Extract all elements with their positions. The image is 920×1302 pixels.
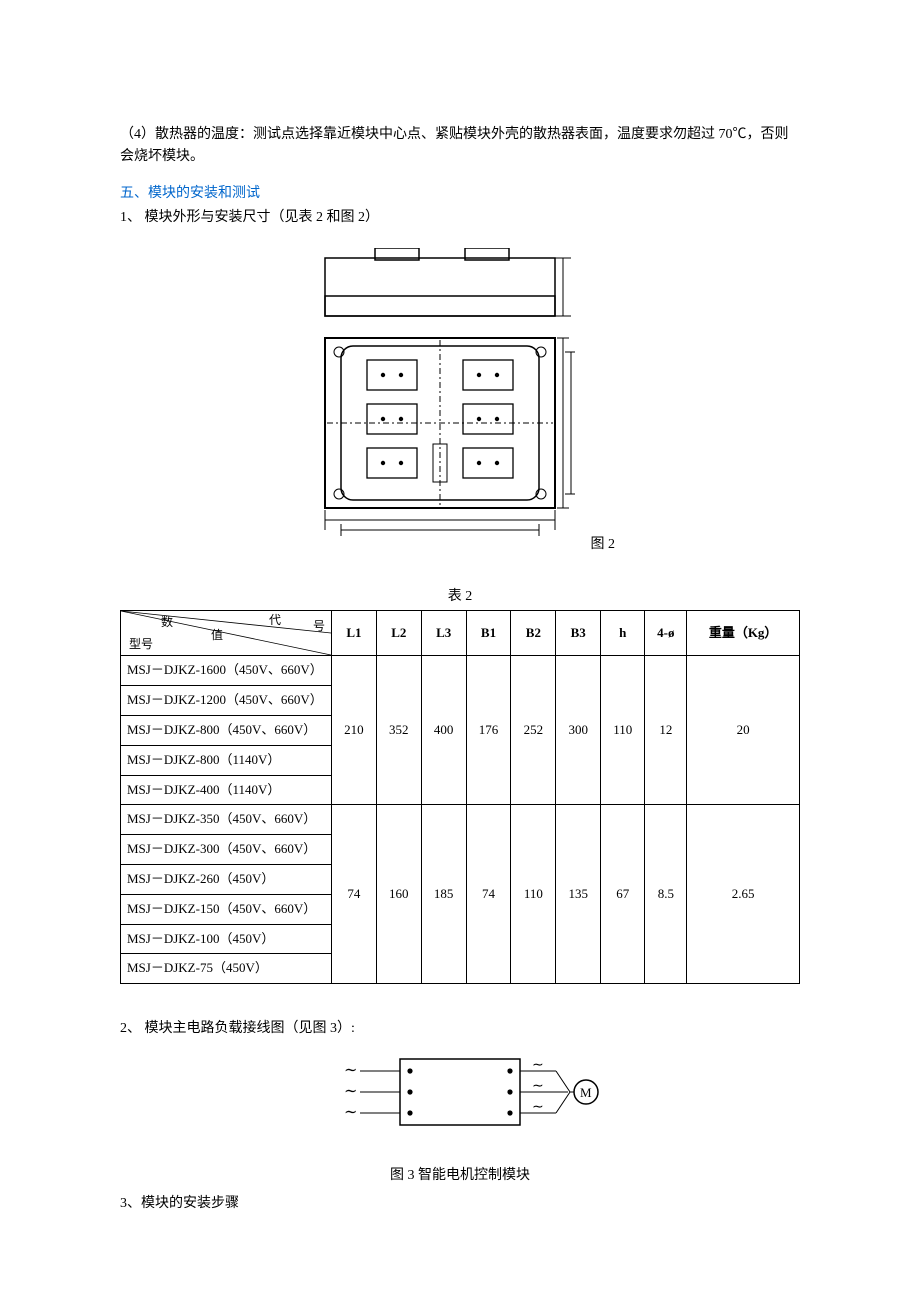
- svg-text:M: M: [580, 1085, 592, 1100]
- model-cell: MSJ－DJKZ-800（450V、660V）: [121, 715, 332, 745]
- document-page: （4）散热器的温度：测试点选择靠近模块中心点、紧贴模块外壳的散热器表面，温度要求…: [0, 0, 920, 1302]
- val-4phi-g2: 8.5: [645, 805, 687, 984]
- corner-label-dai: 代: [269, 611, 281, 630]
- figure-2-wrapper: 图 2: [120, 248, 800, 556]
- corner-label-zhi: 值: [211, 626, 223, 645]
- val-B1-g2: 74: [466, 805, 511, 984]
- val-weight-g1: 20: [687, 656, 800, 805]
- val-B2-g1: 252: [511, 656, 556, 805]
- section-5-heading: 五、模块的安装和测试: [120, 183, 800, 205]
- item-wiring-diagram: 2、 模块主电路负载接线图（见图 3）:: [120, 1018, 800, 1040]
- paragraph-radiator-temp: （4）散热器的温度：测试点选择靠近模块中心点、紧贴模块外壳的散热器表面，温度要求…: [120, 124, 800, 169]
- dimensions-table: 数 代 号 值 型号 L1 L2 L3 B1 B2 B3 h 4-ø 重量（Kg…: [120, 610, 800, 984]
- val-weight-g2: 2.65: [687, 805, 800, 984]
- val-L3-g1: 400: [421, 656, 466, 805]
- corner-label-hao: 号: [313, 617, 325, 636]
- svg-text:∼: ∼: [532, 1100, 544, 1115]
- val-B2-g2: 110: [511, 805, 556, 984]
- col-B2: B2: [511, 611, 556, 656]
- val-L2-g1: 352: [376, 656, 421, 805]
- svg-text:∼: ∼: [344, 1104, 357, 1121]
- col-B1: B1: [466, 611, 511, 656]
- val-4phi-g1: 12: [645, 656, 687, 805]
- figure-3-caption: 图 3 智能电机控制模块: [120, 1165, 800, 1187]
- model-cell: MSJ－DJKZ-150（450V、660V）: [121, 894, 332, 924]
- val-L1-g1: 210: [332, 656, 377, 805]
- figure-2-drawing: [305, 248, 575, 556]
- svg-text:∼: ∼: [532, 1058, 544, 1073]
- model-cell: MSJ－DJKZ-100（450V）: [121, 924, 332, 954]
- model-cell: MSJ－DJKZ-350（450V、660V）: [121, 805, 332, 835]
- svg-text:∼: ∼: [344, 1062, 357, 1079]
- model-cell: MSJ－DJKZ-300（450V、660V）: [121, 835, 332, 865]
- table-corner-cell: 数 代 号 值 型号: [121, 611, 332, 656]
- val-L2-g2: 160: [376, 805, 421, 984]
- val-B1-g1: 176: [466, 656, 511, 805]
- col-h: h: [601, 611, 645, 656]
- val-L3-g2: 185: [421, 805, 466, 984]
- figure-3-wrapper: ∼ ∼ ∼ ∼ ∼ ∼ M: [120, 1051, 800, 1147]
- item-module-outline: 1、 模块外形与安装尺寸（见表 2 和图 2）: [120, 207, 800, 229]
- table-2-caption: 表 2: [120, 586, 800, 608]
- col-L2: L2: [376, 611, 421, 656]
- col-B3: B3: [556, 611, 601, 656]
- table-row: MSJ－DJKZ-1600（450V、660V） 210 352 400 176…: [121, 656, 800, 686]
- model-cell: MSJ－DJKZ-1600（450V、660V）: [121, 656, 332, 686]
- col-weight: 重量（Kg）: [687, 611, 800, 656]
- val-h-g2: 67: [601, 805, 645, 984]
- figure-3-drawing: ∼ ∼ ∼ ∼ ∼ ∼ M: [310, 1051, 610, 1139]
- model-cell: MSJ－DJKZ-400（1140V）: [121, 775, 332, 805]
- col-L1: L1: [332, 611, 377, 656]
- corner-label-shu: 数: [161, 613, 173, 632]
- corner-label-xinghao: 型号: [129, 635, 153, 654]
- model-cell: MSJ－DJKZ-800（1140V）: [121, 745, 332, 775]
- col-4phi: 4-ø: [645, 611, 687, 656]
- val-L1-g2: 74: [332, 805, 377, 984]
- val-B3-g2: 135: [556, 805, 601, 984]
- figure-2-caption: 图 2: [591, 534, 616, 556]
- svg-text:∼: ∼: [344, 1083, 357, 1100]
- table-header-row: 数 代 号 值 型号 L1 L2 L3 B1 B2 B3 h 4-ø 重量（Kg…: [121, 611, 800, 656]
- val-B3-g1: 300: [556, 656, 601, 805]
- col-L3: L3: [421, 611, 466, 656]
- val-h-g1: 110: [601, 656, 645, 805]
- item-install-steps: 3、模块的安装步骤: [120, 1193, 800, 1215]
- model-cell: MSJ－DJKZ-260（450V）: [121, 864, 332, 894]
- model-cell: MSJ－DJKZ-75（450V）: [121, 954, 332, 984]
- svg-text:∼: ∼: [532, 1079, 544, 1094]
- model-cell: MSJ－DJKZ-1200（450V、660V）: [121, 686, 332, 716]
- table-row: MSJ－DJKZ-350（450V、660V） 74 160 185 74 11…: [121, 805, 800, 835]
